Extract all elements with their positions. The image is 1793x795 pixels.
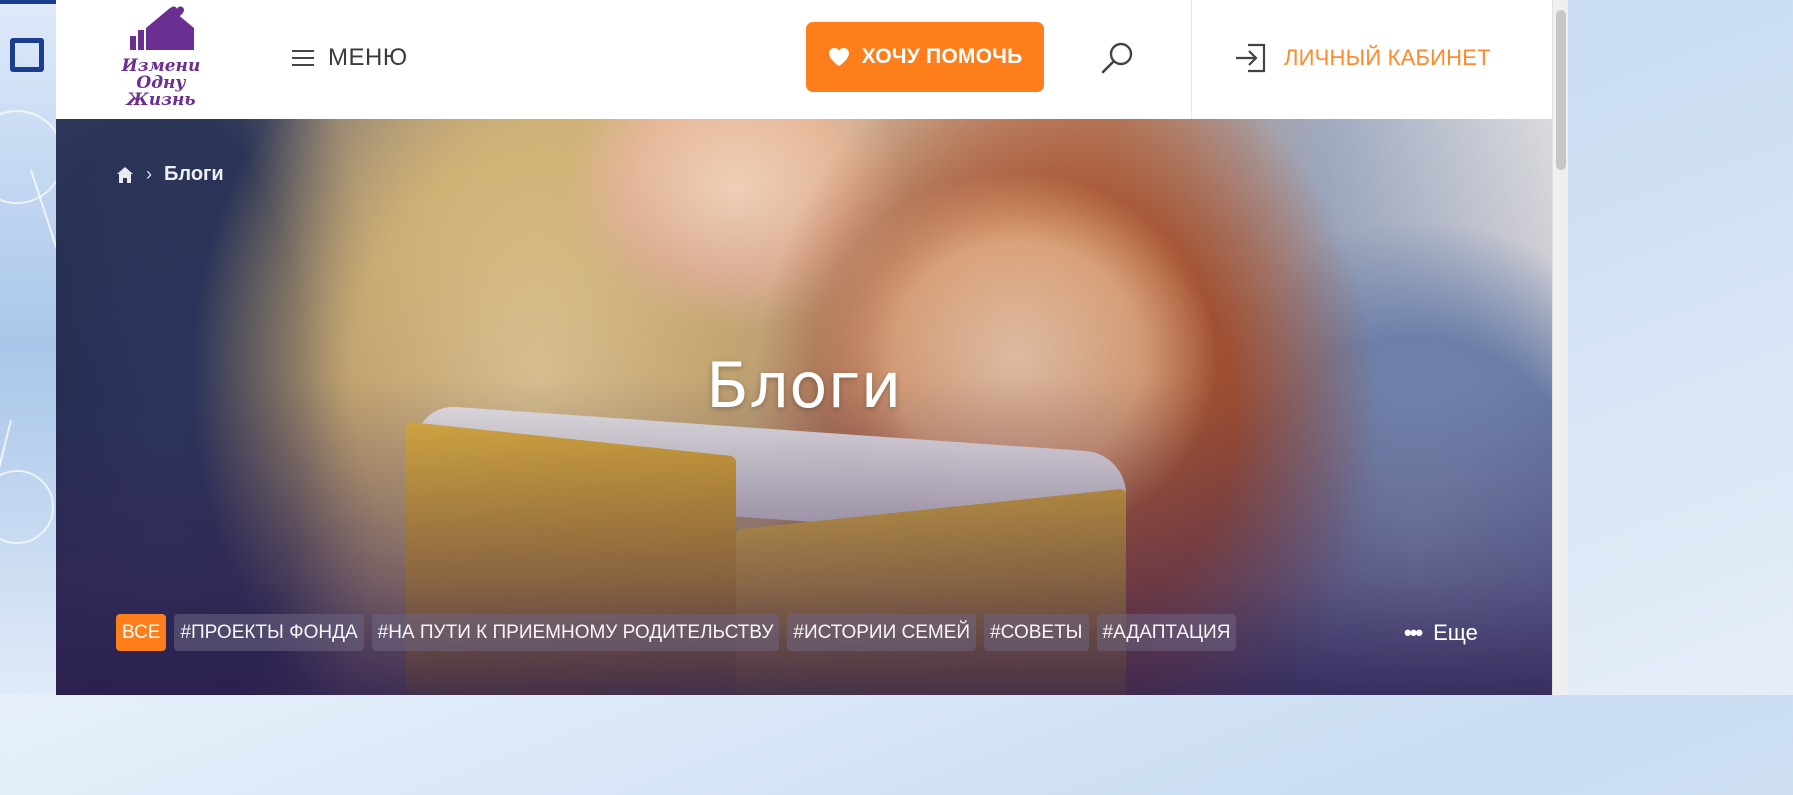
site-header: Измени Одну Жизнь МЕНЮ ХОЧУ ПОМОЧЬ ЛИЧНЫ… [56, 0, 1552, 119]
tag-family-stories[interactable]: #ИСТОРИИ СЕМЕЙ [787, 614, 977, 651]
personal-account-label: ЛИЧНЫЙ КАБИНЕТ [1284, 45, 1491, 70]
tag-all[interactable]: ВСЕ [116, 614, 167, 651]
page-title: Блоги [706, 349, 902, 422]
scrollbar-thumb[interactable] [1556, 10, 1566, 170]
hero-banner: › Блоги Блоги ВСЕ #ПРОЕКТЫ ФОНДА #НА ПУТ… [56, 119, 1552, 695]
home-icon[interactable] [116, 166, 134, 184]
logo-line-3: Жизнь [126, 90, 196, 110]
breadcrumb-current: Блоги [164, 163, 224, 185]
page-scrollbar[interactable] [1552, 0, 1568, 695]
desktop-background [0, 0, 56, 695]
breadcrumb-separator: › [146, 164, 152, 184]
house-heart-icon [130, 6, 194, 50]
personal-account-link[interactable]: ЛИЧНЫЙ КАБИНЕТ [1234, 38, 1491, 78]
hamburger-icon [292, 49, 314, 67]
tag-fund-projects[interactable]: #ПРОЕКТЫ ФОНДА [174, 614, 364, 651]
tag-foster-parenthood[interactable]: #НА ПУТИ К ПРИЕМНОМУ РОДИТЕЛЬСТВУ [371, 614, 780, 651]
tag-advice[interactable]: #СОВЕТЫ [984, 614, 1089, 651]
web-page: Измени Одну Жизнь МЕНЮ ХОЧУ ПОМОЧЬ ЛИЧНЫ… [56, 0, 1552, 695]
menu-button[interactable]: МЕНЮ [292, 40, 408, 76]
site-logo[interactable]: Измени Одну Жизнь [114, 6, 208, 110]
window-icon [10, 38, 44, 72]
help-label: ХОЧУ ПОМОЧЬ [861, 45, 1023, 68]
more-dots-icon: ••• [1404, 620, 1423, 645]
search-icon[interactable] [1100, 40, 1136, 76]
logo-line-2: Одну [136, 73, 186, 93]
breadcrumb: › Блоги [116, 163, 224, 186]
tag-filter-bar: ВСЕ #ПРОЕКТЫ ФОНДА #НА ПУТИ К ПРИЕМНОМУ … [116, 614, 1237, 651]
heart-icon [828, 47, 849, 67]
logo-line-1: Измени [121, 56, 201, 76]
more-tags-button[interactable]: ••• Еще [1404, 617, 1478, 649]
tag-adaptation[interactable]: #АДАПТАЦИЯ [1096, 614, 1237, 651]
help-button[interactable]: ХОЧУ ПОМОЧЬ [806, 22, 1044, 92]
menu-label: МЕНЮ [328, 44, 408, 71]
more-label: Еще [1433, 620, 1478, 645]
header-divider [1191, 0, 1192, 119]
login-icon [1236, 43, 1266, 73]
